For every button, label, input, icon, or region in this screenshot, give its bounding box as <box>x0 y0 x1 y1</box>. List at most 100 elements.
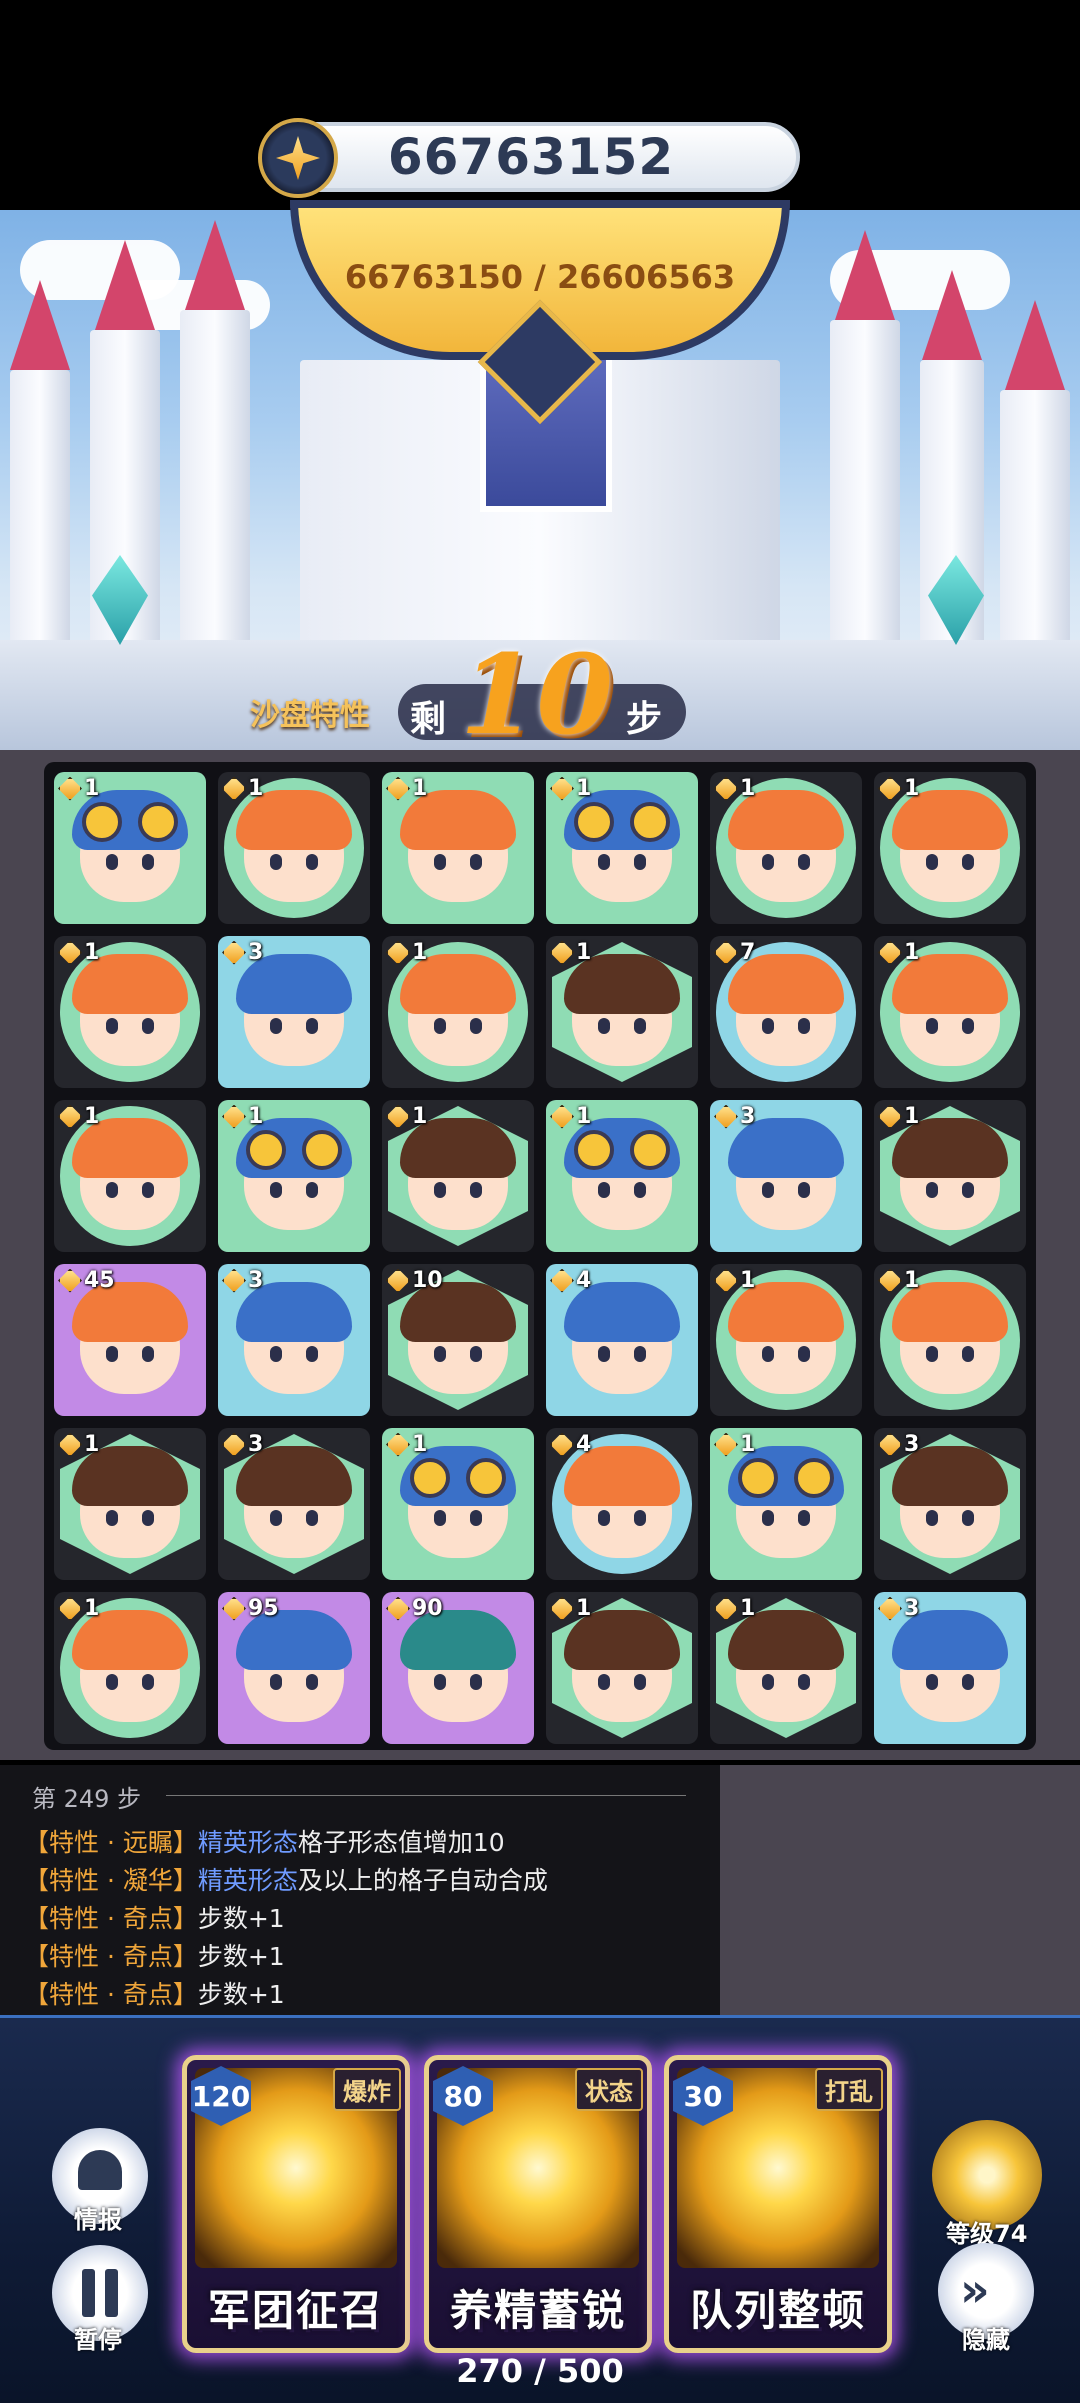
board-cell[interactable]: 1 <box>874 1100 1026 1252</box>
diamond-icon <box>222 1104 246 1129</box>
board-cell[interactable]: 3 <box>874 1428 1026 1580</box>
diamond-icon <box>550 940 574 965</box>
board-cell[interactable]: 1 <box>710 1592 862 1744</box>
cell-level-badge: 1 <box>58 1432 99 1457</box>
diamond-icon <box>550 1432 574 1457</box>
cell-level: 3 <box>904 1432 920 1457</box>
board-cell[interactable]: 95 <box>218 1592 370 1744</box>
board-cell[interactable]: 45 <box>54 1264 206 1416</box>
log-line: 【特性 · 奇点】步数+1 <box>24 1904 285 1933</box>
board-cell[interactable]: 1 <box>710 1264 862 1416</box>
board-cell[interactable]: 1 <box>382 936 534 1088</box>
board-cell[interactable]: 90 <box>382 1592 534 1744</box>
board-cell[interactable]: 1 <box>218 772 370 924</box>
cell-level-badge: 1 <box>550 940 591 965</box>
goggles-icon <box>574 802 670 842</box>
game-board: 1 1 1 1 1 1 1 3 1 1 7 1 1 1 1 1 3 1 45 3 10 4 1 1 1 3 1 4 1 3 1 95 90 1 1 3 <box>44 762 1036 1750</box>
cell-level: 1 <box>248 1104 264 1129</box>
goggles-icon <box>574 1130 670 1170</box>
board-cell[interactable]: 3 <box>874 1592 1026 1744</box>
cell-level-badge: 1 <box>58 776 99 801</box>
cell-level-badge: 3 <box>878 1596 919 1621</box>
diamond-icon <box>58 1596 82 1621</box>
skill-card[interactable]: 80 状态 养精蓄锐 <box>424 2055 652 2353</box>
board-cell[interactable]: 1 <box>546 772 698 924</box>
cell-level: 1 <box>84 1596 100 1621</box>
cell-level: 45 <box>84 1268 115 1293</box>
cell-level-badge: 1 <box>58 1596 99 1621</box>
hide-label: 隐藏 <box>962 2326 1010 2354</box>
diamond-icon <box>386 1432 410 1457</box>
log-line: 【特性 · 远瞩】精英形态格子形态值增加10 <box>24 1828 505 1857</box>
steps-prefix: 剩 <box>410 699 447 740</box>
board-cell[interactable]: 1 <box>54 1592 206 1744</box>
diamond-icon <box>386 1596 410 1621</box>
goggles-icon <box>82 802 178 842</box>
cell-level: 1 <box>412 1432 428 1457</box>
cell-level-badge: 1 <box>878 1104 919 1129</box>
board-cell[interactable]: 4 <box>546 1428 698 1580</box>
cell-level-badge: 1 <box>714 1268 755 1293</box>
pause-label: 暂停 <box>74 2326 122 2354</box>
board-cell[interactable]: 1 <box>710 1428 862 1580</box>
board-cell[interactable]: 1 <box>546 1592 698 1744</box>
skill-card[interactable]: 30 打乱 队列整顿 <box>664 2055 892 2353</box>
diamond-icon <box>714 1104 738 1129</box>
diamond-icon <box>550 1596 574 1621</box>
diamond-icon <box>222 1432 246 1457</box>
diamond-icon <box>222 940 246 965</box>
sandbox-traits-label[interactable]: 沙盘特性 <box>250 690 370 734</box>
skill-name: 队列整顿 <box>689 2286 866 2335</box>
log-line: 【特性 · 奇点】步数+1 <box>24 1942 285 1971</box>
diamond-icon <box>58 1104 82 1129</box>
cell-level: 1 <box>576 1104 592 1129</box>
board-cell[interactable]: 1 <box>546 936 698 1088</box>
energy-counter: 270 / 500 <box>456 2352 624 2390</box>
board-cell[interactable]: 10 <box>382 1264 534 1416</box>
cell-level: 1 <box>740 1596 756 1621</box>
board-cell[interactable]: 1 <box>710 772 862 924</box>
cell-level-badge: 1 <box>386 1104 427 1129</box>
cell-level: 1 <box>904 940 920 965</box>
cell-level: 3 <box>740 1104 756 1129</box>
board-cell[interactable]: 4 <box>546 1264 698 1416</box>
board-cell[interactable]: 1 <box>874 1264 1026 1416</box>
board-cell[interactable]: 1 <box>54 772 206 924</box>
board-cell[interactable]: 1 <box>874 772 1026 924</box>
cell-level: 3 <box>248 1432 264 1457</box>
board-cell[interactable]: 1 <box>218 1100 370 1252</box>
diamond-icon <box>386 1268 410 1293</box>
board-cell[interactable]: 1 <box>54 1428 206 1580</box>
board-cell[interactable]: 3 <box>218 1264 370 1416</box>
cell-level: 1 <box>248 776 264 801</box>
board-cell[interactable]: 1 <box>54 1100 206 1252</box>
board-cell[interactable]: 1 <box>54 936 206 1088</box>
cell-level: 1 <box>904 776 920 801</box>
cell-level: 10 <box>412 1268 443 1293</box>
cell-level-badge: 4 <box>550 1432 591 1457</box>
board-cell[interactable]: 1 <box>546 1100 698 1252</box>
cell-level-badge: 3 <box>878 1432 919 1457</box>
goggles-icon <box>738 1458 834 1498</box>
board-cell[interactable]: 1 <box>874 936 1026 1088</box>
cell-level-badge: 1 <box>714 1432 755 1457</box>
cell-level-badge: 1 <box>222 776 263 801</box>
diamond-icon <box>714 776 738 801</box>
board-cell[interactable]: 3 <box>710 1100 862 1252</box>
board-cell[interactable]: 1 <box>382 1100 534 1252</box>
cell-level-badge: 1 <box>550 1596 591 1621</box>
diamond-icon <box>550 1104 574 1129</box>
board-cell[interactable]: 7 <box>710 936 862 1088</box>
skill-type: 爆炸 <box>333 2068 401 2111</box>
cell-level-badge: 1 <box>878 940 919 965</box>
steps-remaining: 10 <box>460 630 614 759</box>
skill-card[interactable]: 120 爆炸 军团征召 <box>182 2055 410 2353</box>
board-cell[interactable]: 3 <box>218 936 370 1088</box>
board-cell[interactable]: 1 <box>382 1428 534 1580</box>
cell-level-badge: 1 <box>878 776 919 801</box>
cell-level-badge: 1 <box>550 1104 591 1129</box>
cell-level: 1 <box>576 940 592 965</box>
board-cell[interactable]: 1 <box>382 772 534 924</box>
board-cell[interactable]: 3 <box>218 1428 370 1580</box>
diamond-icon <box>878 1596 902 1621</box>
